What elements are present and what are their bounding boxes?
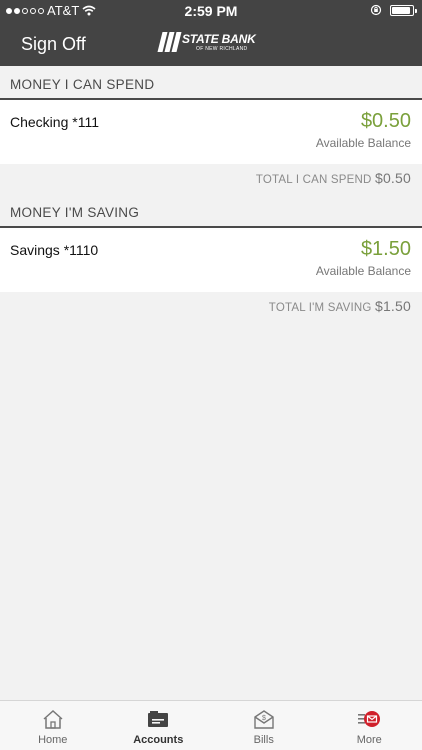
tab-label: Home bbox=[38, 734, 68, 746]
bank-logo: STATE BANK OF NEW RICHLAND bbox=[157, 31, 256, 52]
logo-subtitle: OF NEW RICHLAND bbox=[196, 45, 248, 52]
tab-bills[interactable]: $ Bills bbox=[211, 701, 317, 750]
tab-accounts[interactable]: Accounts bbox=[106, 701, 212, 750]
section-header-saving: MONEY I'M SAVING bbox=[0, 194, 422, 228]
tab-label: Accounts bbox=[133, 734, 184, 746]
tab-home[interactable]: Home bbox=[0, 701, 106, 750]
total-saving: TOTAL I'M SAVING $1.50 bbox=[0, 292, 422, 322]
account-amount: $1.50 bbox=[360, 238, 411, 260]
section-header-spend: MONEY I CAN SPEND bbox=[0, 66, 422, 100]
bank-logo-mark-icon bbox=[157, 32, 182, 52]
nav-bar: Sign Off STATE BANK OF NEW RICHLAND bbox=[0, 22, 422, 66]
logo-title: STATE BANK bbox=[182, 31, 256, 46]
account-name: Checking *111 bbox=[10, 114, 99, 130]
battery-icon bbox=[390, 4, 417, 16]
total-label: TOTAL I'M SAVING bbox=[268, 302, 372, 314]
tab-bar: Home Accounts $ Bills More bbox=[0, 700, 422, 750]
accounts-content: MONEY I CAN SPEND Checking *111 $0.50 Av… bbox=[0, 66, 422, 322]
status-right bbox=[370, 4, 417, 16]
orientation-lock-icon bbox=[370, 4, 382, 16]
total-label: TOTAL I CAN SPEND bbox=[255, 174, 372, 186]
total-value: $1.50 bbox=[374, 298, 411, 314]
tab-more[interactable]: More bbox=[317, 701, 422, 750]
account-amount: $0.50 bbox=[360, 110, 411, 132]
status-time: 2:59 PM bbox=[184, 3, 238, 19]
available-balance-label: Available Balance bbox=[315, 136, 411, 150]
account-row-checking[interactable]: Checking *111 $0.50 Available Balance bbox=[0, 100, 422, 164]
accounts-icon bbox=[148, 711, 169, 727]
available-balance-label: Available Balance bbox=[315, 264, 411, 278]
sign-off-button[interactable]: Sign Off bbox=[21, 34, 86, 55]
tab-label: More bbox=[356, 734, 382, 746]
tab-label: Bills bbox=[253, 734, 274, 746]
total-value: $0.50 bbox=[374, 170, 411, 186]
bills-icon: $ bbox=[254, 710, 274, 729]
total-spend: TOTAL I CAN SPEND $0.50 bbox=[0, 164, 422, 194]
home-icon bbox=[43, 709, 63, 729]
account-row-savings[interactable]: Savings *1110 $1.50 Available Balance bbox=[0, 228, 422, 292]
more-icon bbox=[358, 711, 381, 727]
svg-text:$: $ bbox=[262, 715, 266, 722]
status-bar: AT&T 2:59 PM bbox=[0, 0, 422, 22]
account-name: Savings *1110 bbox=[10, 242, 99, 258]
